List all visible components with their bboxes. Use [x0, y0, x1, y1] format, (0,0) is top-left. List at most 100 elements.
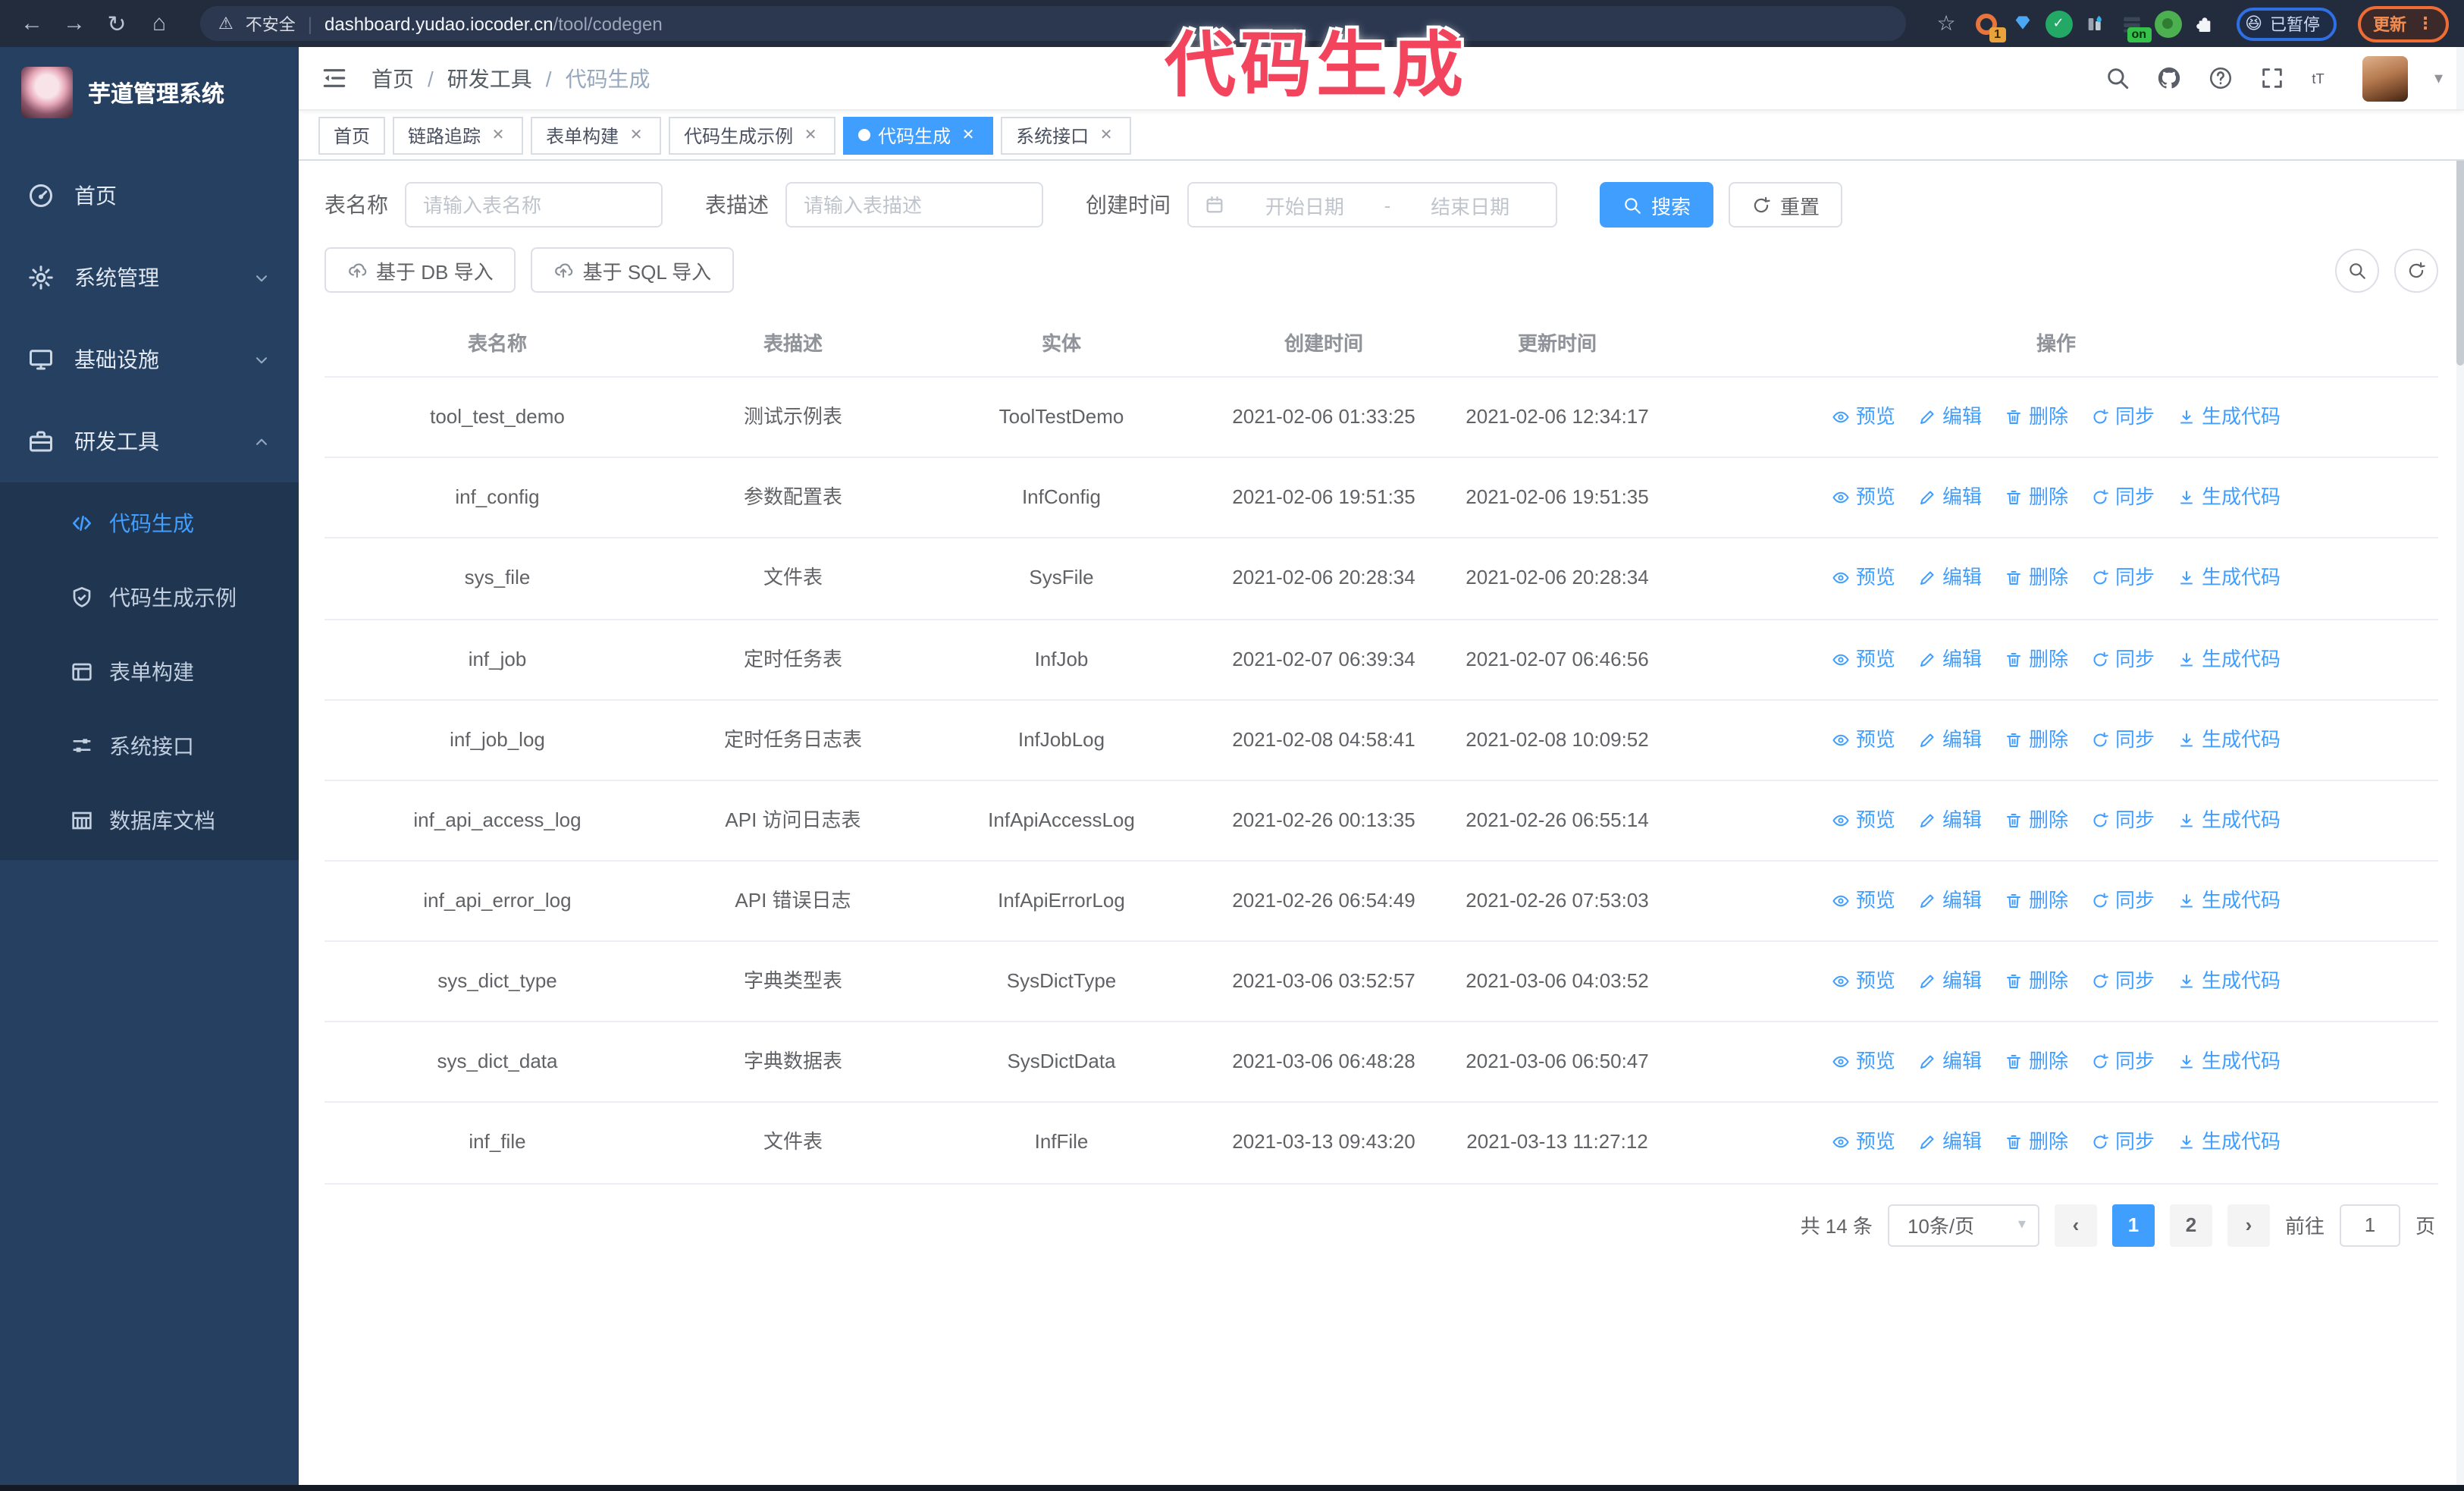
tab-codegen[interactable]: 代码生成 ✕ — [843, 116, 994, 154]
edit-link[interactable]: 编辑 — [1918, 966, 1982, 997]
preview-link[interactable]: 预览 — [1832, 644, 1895, 674]
preview-link[interactable]: 预览 — [1832, 402, 1895, 432]
generate-code-link[interactable]: 生成代码 — [2177, 1047, 2281, 1078]
scrollbar-thumb[interactable] — [2456, 138, 2464, 366]
close-icon[interactable]: ✕ — [958, 125, 978, 145]
preview-link[interactable]: 预览 — [1832, 724, 1895, 755]
delete-link[interactable]: 删除 — [2005, 402, 2068, 432]
preview-link[interactable]: 预览 — [1832, 1128, 1895, 1158]
fullscreen-icon[interactable] — [2260, 65, 2286, 91]
kebab-menu-icon[interactable]: ⋮ — [2417, 14, 2434, 33]
delete-link[interactable]: 删除 — [2005, 1128, 2068, 1158]
sidebar-item-db-doc[interactable]: 数据库文档 — [0, 783, 299, 857]
edit-link[interactable]: 编辑 — [1918, 1047, 1982, 1078]
refresh-circle-button[interactable] — [2394, 248, 2438, 292]
end-date-placeholder[interactable]: 结束日期 — [1400, 190, 1541, 219]
generate-code-link[interactable]: 生成代码 — [2177, 563, 2281, 594]
goto-page-input[interactable] — [2339, 1204, 2400, 1247]
breadcrumb-devtools[interactable]: 研发工具 — [447, 63, 532, 93]
sidebar-item-system-api[interactable]: 系统接口 — [0, 708, 299, 783]
next-page-button[interactable]: › — [2227, 1204, 2270, 1247]
extension-orange-icon[interactable]: 1 — [1972, 10, 2006, 42]
extension-columns-icon[interactable] — [2081, 10, 2108, 37]
sidebar-item-form-builder[interactable]: 表单构建 — [0, 634, 299, 708]
bookmark-star-icon[interactable]: ☆ — [1930, 7, 1963, 40]
sync-link[interactable]: 同步 — [2091, 966, 2155, 997]
toggle-search-circle-button[interactable] — [2335, 248, 2379, 292]
import-sql-button[interactable]: 基于 SQL 导入 — [531, 247, 735, 293]
generate-code-link[interactable]: 生成代码 — [2177, 886, 2281, 916]
help-icon[interactable] — [2209, 65, 2234, 91]
tab-system-api[interactable]: 系统接口 ✕ — [1001, 116, 1132, 154]
generate-code-link[interactable]: 生成代码 — [2177, 644, 2281, 674]
sync-link[interactable]: 同步 — [2091, 1128, 2155, 1158]
edit-link[interactable]: 编辑 — [1918, 402, 1982, 432]
browser-reload-icon[interactable]: ↻ — [100, 7, 133, 40]
sidebar-item-infra[interactable]: 基础设施 — [0, 319, 299, 400]
edit-link[interactable]: 编辑 — [1918, 563, 1982, 594]
generate-code-link[interactable]: 生成代码 — [2177, 1128, 2281, 1158]
page-size-select[interactable]: 10条/页 ▾ — [1887, 1204, 2039, 1247]
preview-link[interactable]: 预览 — [1832, 886, 1895, 916]
sidebar-fold-icon[interactable] — [320, 64, 349, 93]
tab-codegen-example[interactable]: 代码生成示例 ✕ — [669, 116, 836, 154]
delete-link[interactable]: 删除 — [2005, 644, 2068, 674]
browser-home-icon[interactable]: ⌂ — [143, 7, 176, 40]
close-icon[interactable]: ✕ — [801, 125, 820, 145]
breadcrumb-home[interactable]: 首页 — [371, 63, 414, 93]
paused-extension-pill[interactable]: 😆 已暂停 — [2236, 7, 2337, 40]
close-icon[interactable]: ✕ — [488, 125, 508, 145]
tab-home[interactable]: 首页 — [318, 116, 386, 154]
user-caret-down-icon[interactable]: ▾ — [2434, 68, 2443, 88]
edit-link[interactable]: 编辑 — [1918, 886, 1982, 916]
sync-link[interactable]: 同步 — [2091, 563, 2155, 594]
extension-gem-icon[interactable] — [2008, 10, 2036, 37]
page-scrollbar[interactable] — [2456, 47, 2464, 1485]
tab-form-builder[interactable]: 表单构建 ✕ — [531, 116, 662, 154]
generate-code-link[interactable]: 生成代码 — [2177, 483, 2281, 513]
delete-link[interactable]: 删除 — [2005, 886, 2068, 916]
delete-link[interactable]: 删除 — [2005, 563, 2068, 594]
edit-link[interactable]: 编辑 — [1918, 805, 1982, 836]
sync-link[interactable]: 同步 — [2091, 1047, 2155, 1078]
sidebar-item-system[interactable]: 系统管理 — [0, 237, 299, 319]
search-icon[interactable] — [2105, 65, 2131, 91]
prev-page-button[interactable]: ‹ — [2054, 1204, 2097, 1247]
delete-link[interactable]: 删除 — [2005, 483, 2068, 513]
browser-back-icon[interactable]: ← — [15, 7, 49, 40]
generate-code-link[interactable]: 生成代码 — [2177, 724, 2281, 755]
extensions-puzzle-icon[interactable] — [2190, 10, 2218, 37]
start-date-placeholder[interactable]: 开始日期 — [1234, 190, 1375, 219]
preview-link[interactable]: 预览 — [1832, 563, 1895, 594]
user-avatar[interactable] — [2362, 55, 2409, 101]
edit-link[interactable]: 编辑 — [1918, 1128, 1982, 1158]
close-icon[interactable]: ✕ — [1096, 125, 1116, 145]
sync-link[interactable]: 同步 — [2091, 724, 2155, 755]
tab-tracing[interactable]: 链路追踪 ✕ — [393, 116, 524, 154]
sidebar-item-codegen[interactable]: 代码生成 — [0, 485, 299, 560]
generate-code-link[interactable]: 生成代码 — [2177, 966, 2281, 997]
page-button-1[interactable]: 1 — [2111, 1204, 2155, 1247]
browser-update-button[interactable]: 更新 ⋮ — [2358, 5, 2449, 42]
preview-link[interactable]: 预览 — [1832, 483, 1895, 513]
import-db-button[interactable]: 基于 DB 导入 — [324, 247, 516, 293]
security-label[interactable]: 不安全 — [246, 11, 296, 36]
browser-forward-icon[interactable]: → — [58, 7, 91, 40]
sidebar-item-codegen-example[interactable]: 代码生成示例 — [0, 560, 299, 634]
preview-link[interactable]: 预览 — [1832, 1047, 1895, 1078]
edit-link[interactable]: 编辑 — [1918, 483, 1982, 513]
extension-monkey-icon[interactable] — [2154, 10, 2182, 37]
preview-link[interactable]: 预览 — [1832, 805, 1895, 836]
extension-green-check-icon[interactable]: ✓ — [2045, 10, 2073, 37]
sync-link[interactable]: 同步 — [2091, 805, 2155, 836]
reset-button[interactable]: 重置 — [1729, 182, 1843, 228]
close-icon[interactable]: ✕ — [626, 125, 646, 145]
date-range-picker[interactable]: 开始日期 - 结束日期 — [1187, 182, 1557, 228]
delete-link[interactable]: 删除 — [2005, 805, 2068, 836]
page-button-2[interactable]: 2 — [2169, 1204, 2212, 1247]
sync-link[interactable]: 同步 — [2091, 483, 2155, 513]
search-button[interactable]: 搜索 — [1600, 182, 1714, 228]
delete-link[interactable]: 删除 — [2005, 724, 2068, 755]
delete-link[interactable]: 删除 — [2005, 1047, 2068, 1078]
edit-link[interactable]: 编辑 — [1918, 644, 1982, 674]
